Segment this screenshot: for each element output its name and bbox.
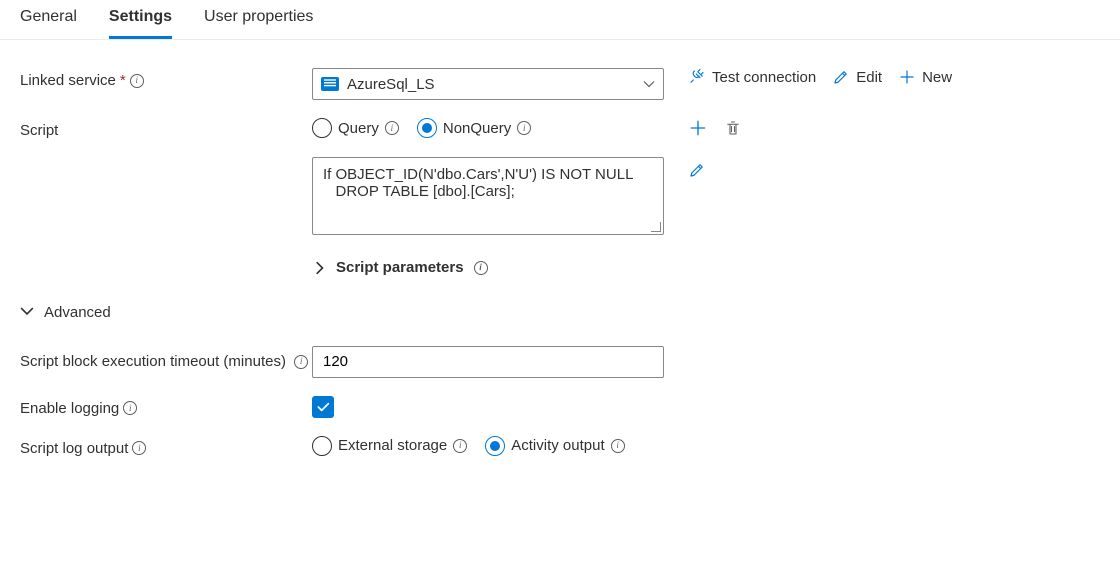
chevron-down-icon: [20, 304, 34, 322]
test-connection-label: Test connection: [712, 69, 816, 86]
radio-activity-output[interactable]: Activity output i: [485, 436, 624, 456]
edit-button[interactable]: Edit: [832, 68, 882, 86]
radio-nonquery-label: NonQuery: [443, 120, 511, 137]
chevron-right-icon: [312, 261, 326, 275]
advanced-label: Advanced: [44, 304, 111, 321]
info-icon[interactable]: i: [132, 441, 146, 455]
add-script-button[interactable]: [688, 118, 708, 138]
info-icon[interactable]: i: [474, 261, 488, 275]
info-icon[interactable]: i: [130, 74, 144, 88]
edit-label: Edit: [856, 69, 882, 86]
radio-query[interactable]: Query i: [312, 118, 399, 138]
tab-general[interactable]: General: [20, 8, 77, 39]
timeout-label-text: Script block execution timeout (minutes): [20, 353, 286, 370]
info-icon[interactable]: i: [123, 401, 137, 415]
script-parameters-expander[interactable]: Script parameters i: [312, 259, 488, 276]
pencil-icon: [832, 68, 850, 86]
test-connection-button[interactable]: Test connection: [688, 68, 816, 86]
radio-external-storage-label: External storage: [338, 437, 447, 454]
info-icon[interactable]: i: [294, 355, 308, 369]
linked-service-select[interactable]: AzureSql_LS: [312, 68, 664, 100]
info-icon[interactable]: i: [385, 121, 399, 135]
log-output-label-text: Script log output: [20, 440, 128, 457]
plus-icon: [898, 68, 916, 86]
chevron-down-icon: [643, 78, 655, 90]
info-icon[interactable]: i: [517, 121, 531, 135]
advanced-expander[interactable]: Advanced: [20, 304, 111, 322]
timeout-input[interactable]: [312, 346, 664, 378]
tab-settings[interactable]: Settings: [109, 8, 172, 39]
radio-circle: [417, 118, 437, 138]
info-icon[interactable]: i: [453, 439, 467, 453]
linked-service-value: AzureSql_LS: [347, 76, 635, 93]
enable-logging-label: Enable logging i: [20, 396, 312, 417]
linked-service-label-text: Linked service: [20, 72, 116, 89]
linked-service-label: Linked service * i: [20, 68, 312, 89]
radio-circle: [312, 118, 332, 138]
log-output-radio-group: External storage i Activity output i: [312, 436, 664, 456]
plug-icon: [688, 68, 706, 86]
enable-logging-checkbox[interactable]: [312, 396, 334, 418]
enable-logging-label-text: Enable logging: [20, 400, 119, 417]
tabs: General Settings User properties: [0, 0, 1120, 40]
delete-script-button[interactable]: [724, 119, 742, 137]
radio-query-label: Query: [338, 120, 379, 137]
radio-circle: [312, 436, 332, 456]
new-label: New: [922, 69, 952, 86]
radio-activity-output-label: Activity output: [511, 437, 604, 454]
new-button[interactable]: New: [898, 68, 952, 86]
required-asterisk: *: [120, 72, 126, 89]
timeout-label: Script block execution timeout (minutes)…: [20, 346, 312, 374]
script-label: Script: [20, 118, 312, 139]
log-output-label: Script log output i: [20, 436, 312, 457]
script-parameters-label: Script parameters: [336, 259, 464, 276]
radio-nonquery[interactable]: NonQuery i: [417, 118, 531, 138]
radio-circle: [485, 436, 505, 456]
info-icon[interactable]: i: [611, 439, 625, 453]
script-label-text: Script: [20, 122, 58, 139]
script-textarea[interactable]: If OBJECT_ID(N'dbo.Cars',N'U') IS NOT NU…: [312, 157, 664, 235]
script-type-radio-group: Query i NonQuery i: [312, 118, 664, 138]
tab-user-properties[interactable]: User properties: [204, 8, 313, 39]
sql-icon: [321, 77, 339, 91]
edit-script-button[interactable]: [688, 161, 706, 179]
radio-external-storage[interactable]: External storage i: [312, 436, 467, 456]
